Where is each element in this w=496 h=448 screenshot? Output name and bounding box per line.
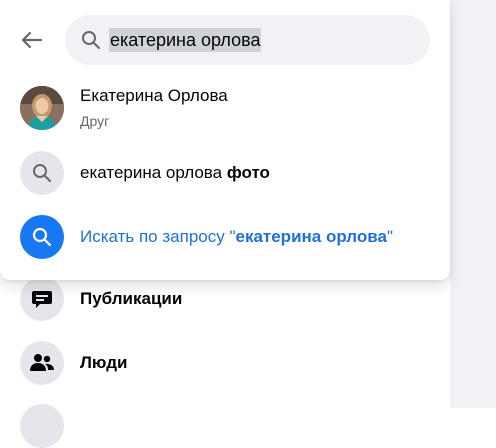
search-all-prefix: Искать по запросу " [80,227,236,246]
back-button[interactable] [14,22,50,58]
suggestion-suffix: фото [226,163,270,182]
filter-item-people-label: Люди [80,353,128,372]
search-dropdown: екатерина орлова Екатерина Орлова Друг е… [0,0,450,280]
search-all-link[interactable]: Искать по запросу "екатерина орлова" [0,209,450,265]
suggestion-text: екатерина орлова [80,163,223,182]
search-all-suffix: " [386,227,393,246]
search-input[interactable]: екатерина орлова [65,15,430,65]
search-icon [20,215,64,259]
result-suggestion[interactable]: екатерина орлова фото [0,145,450,201]
result-person[interactable]: Екатерина Орлова Друг [0,80,450,136]
filter-item-posts[interactable]: Публикации [20,277,182,321]
people-icon [20,341,64,385]
person-name: Екатерина Орлова [80,86,228,105]
posts-icon [20,277,64,321]
search-query-text[interactable]: екатерина орлова [109,28,262,52]
arrow-left-icon [21,31,43,49]
avatar [20,86,64,130]
filter-item-people[interactable]: Люди [20,341,127,385]
filter-item-posts-label: Публикации [80,289,183,308]
partial-icon [20,404,64,448]
search-icon [20,151,64,195]
person-relation: Друг [80,113,110,129]
search-all-query: екатерина орлова [235,227,387,246]
page-background-right [450,0,496,408]
search-icon [80,29,102,51]
filter-item-partial[interactable] [20,404,64,448]
